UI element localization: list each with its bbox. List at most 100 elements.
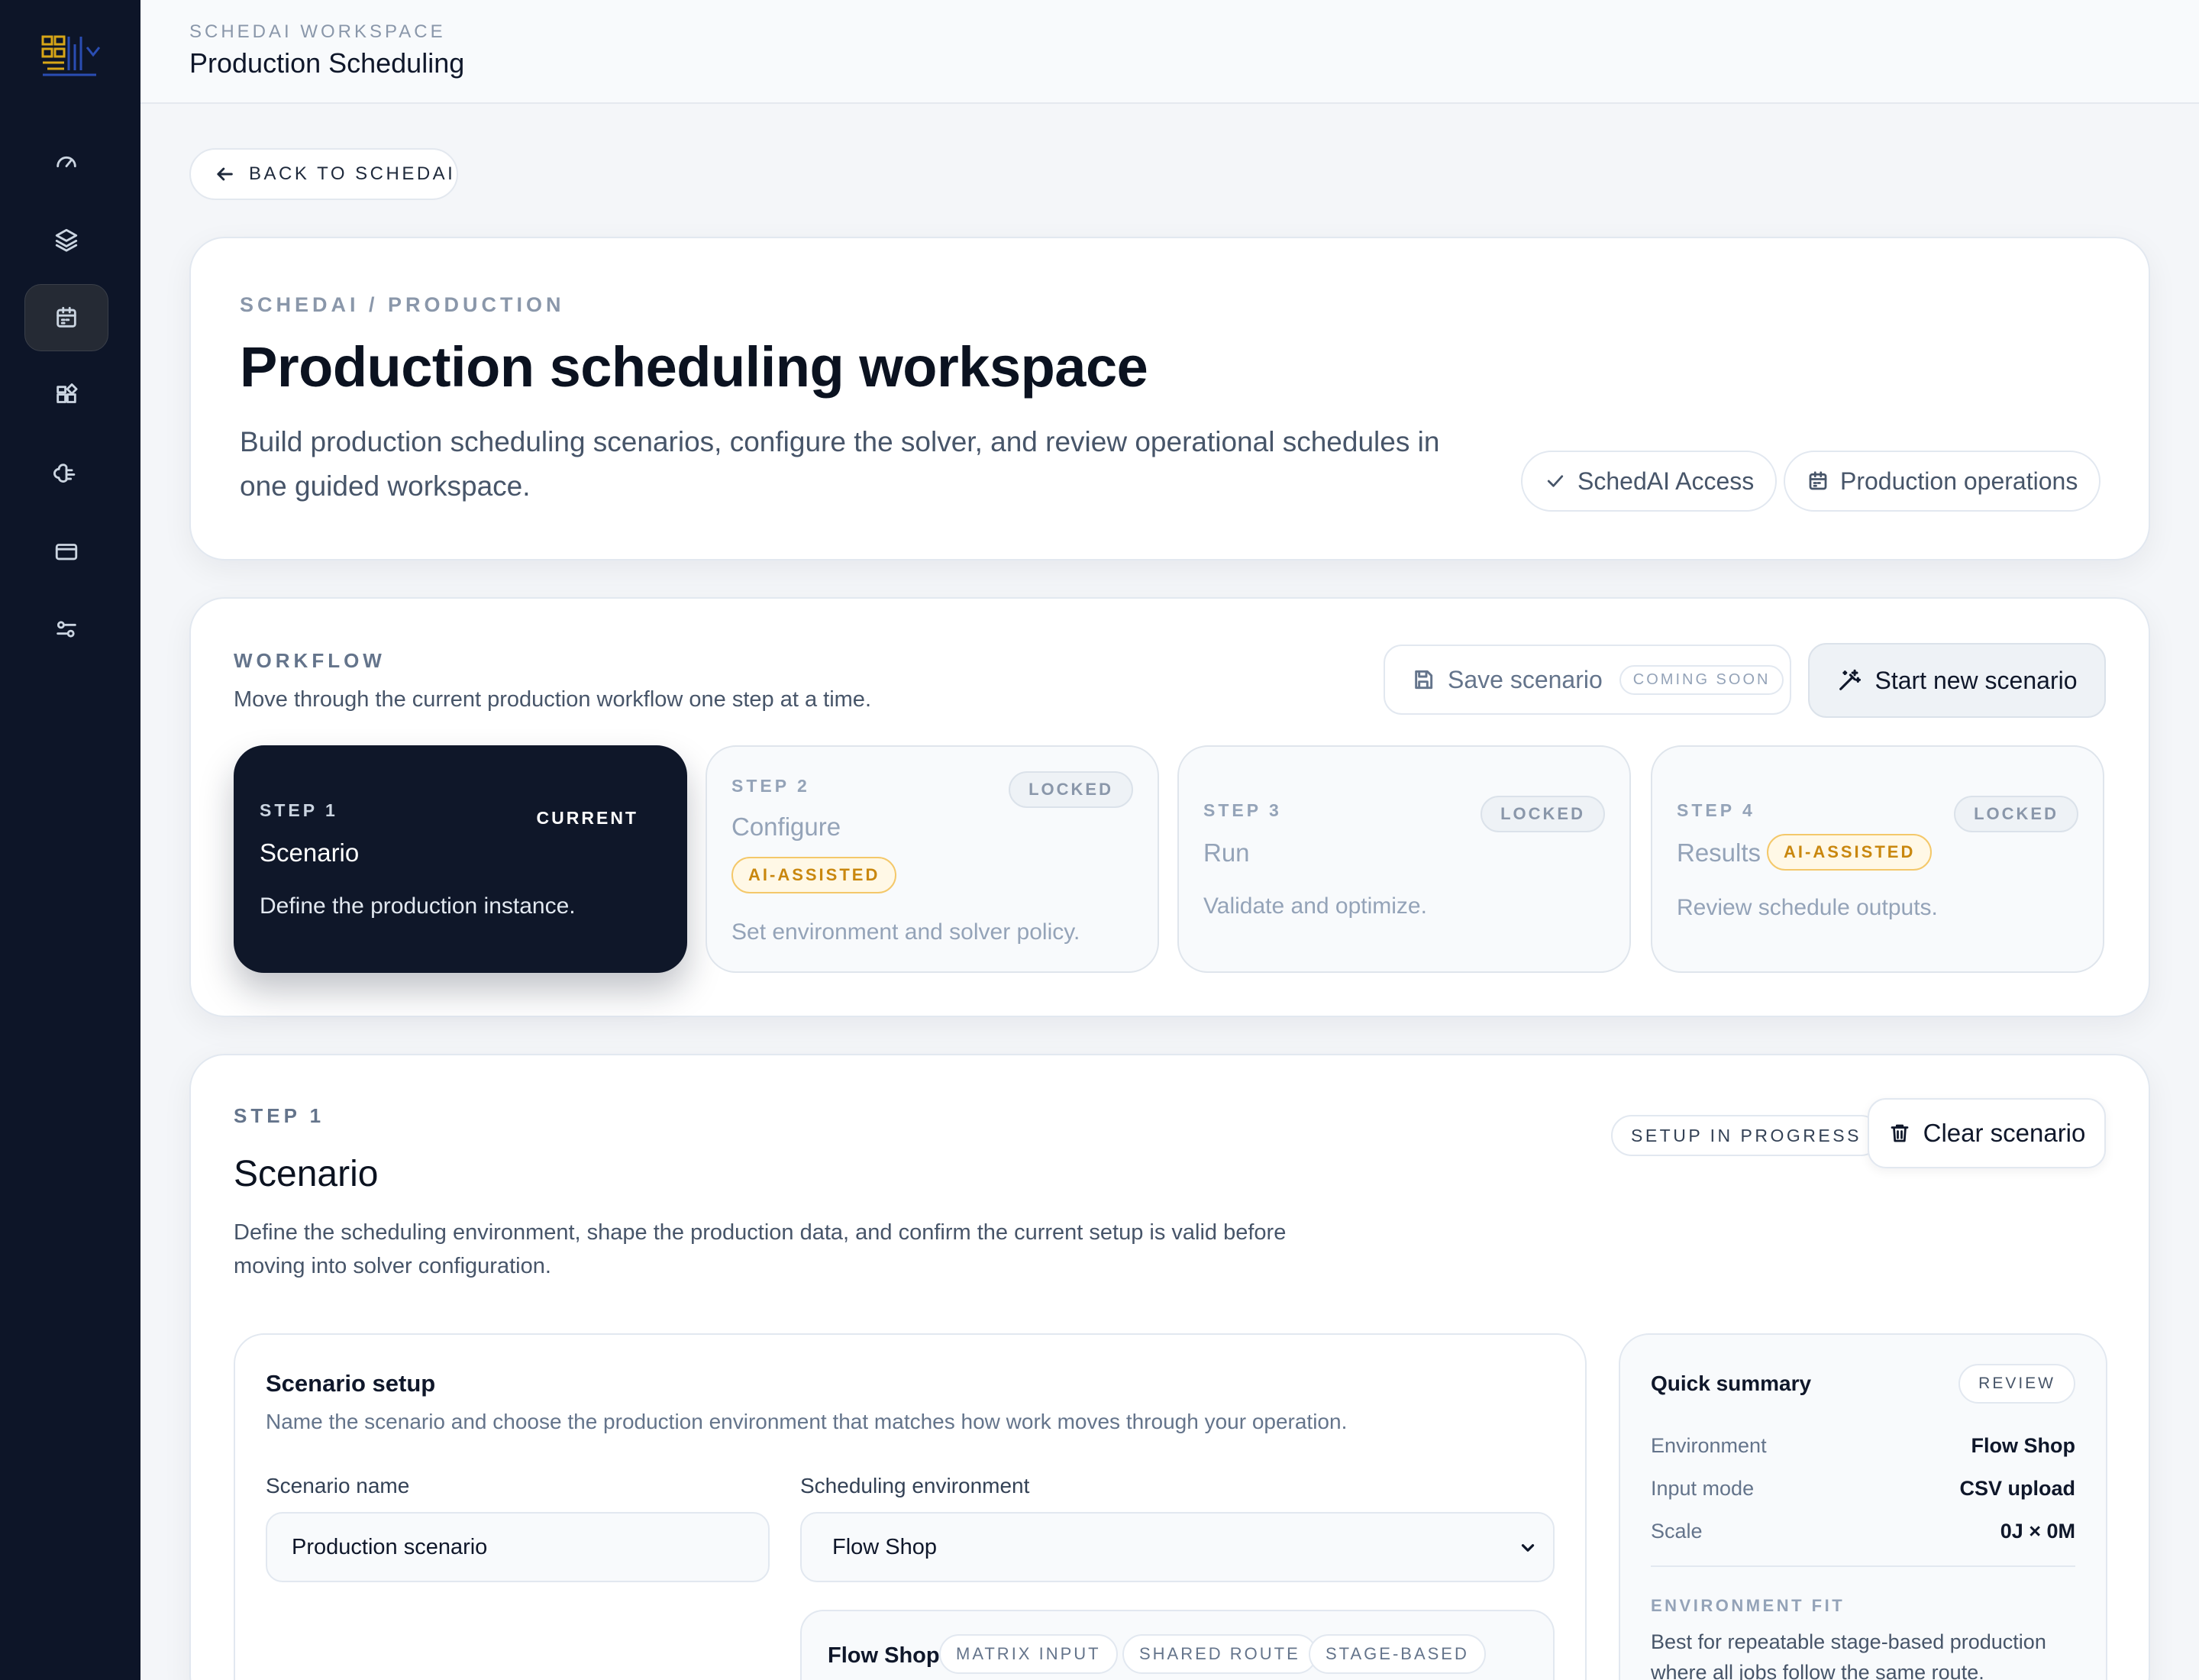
chevron-down-icon <box>1521 1544 1535 1552</box>
operations-pill-label: Production operations <box>1840 467 2078 495</box>
scenario-description: Define the scheduling environment, shape… <box>234 1220 1287 1278</box>
step-label: STEP 2 <box>731 776 810 796</box>
summary-key: Scale <box>1651 1520 1703 1543</box>
magic-wand-icon <box>1839 669 1862 690</box>
scenario-name-input[interactable]: Production scenario <box>266 1512 770 1582</box>
step-label: STEP 3 <box>1203 800 1282 820</box>
page-description: Build production scheduling scenarios, c… <box>240 426 1440 502</box>
scenario-name-label: Scenario name <box>266 1474 410 1497</box>
summary-row-scale: Scale 0J × 0M <box>1651 1520 2075 1543</box>
environment-fit-label: ENVIRONMENT FIT <box>1651 1596 1845 1615</box>
header-title: Production Scheduling <box>189 47 465 79</box>
clear-scenario-label: Clear scenario <box>1923 1119 2086 1147</box>
start-new-scenario-button[interactable]: Start new scenario <box>1808 643 2106 718</box>
save-scenario-button[interactable]: Save scenario COMING SOON <box>1384 645 1791 715</box>
calendar-icon <box>1809 471 1827 490</box>
scenario-eyebrow: STEP 1 <box>234 1104 325 1127</box>
nav-calendar[interactable] <box>24 284 108 351</box>
step-name: Run <box>1203 838 1250 867</box>
logo <box>41 35 101 76</box>
workflow-description: Move through the current production work… <box>234 687 871 712</box>
nav-billing[interactable] <box>24 518 108 585</box>
back-button-label: BACK TO SCHEDAI <box>249 163 456 184</box>
tag-stage-based: STAGE-BASED <box>1309 1634 1486 1674</box>
environment-card-name: Flow Shop <box>828 1643 940 1668</box>
layers-icon <box>55 228 78 252</box>
breadcrumb: SCHEDAI / PRODUCTION <box>240 293 565 316</box>
step-description: Validate and optimize. <box>1203 893 1427 919</box>
ai-assisted-badge: AI-ASSISTED <box>731 857 897 893</box>
nav-layers[interactable] <box>24 206 108 273</box>
quick-summary-panel: Quick summary REVIEW Environment Flow Sh… <box>1619 1333 2107 1680</box>
workflow-eyebrow: WORKFLOW <box>234 649 386 672</box>
trash-icon <box>1891 1124 1908 1142</box>
card-icon <box>55 544 78 561</box>
operations-pill: Production operations <box>1784 451 2101 512</box>
summary-title: Quick summary <box>1651 1371 1812 1395</box>
divider <box>1651 1565 2075 1567</box>
settings-icon <box>57 621 76 638</box>
arrow-left-icon <box>217 167 233 181</box>
dashboard-icon <box>57 156 76 168</box>
tag-matrix-input: MATRIX INPUT <box>939 1634 1118 1674</box>
save-icon <box>1415 670 1433 690</box>
environment-label: Scheduling environment <box>800 1474 1030 1497</box>
header-eyebrow: SCHEDAI WORKSPACE <box>189 21 446 42</box>
status-badge: SETUP IN PROGRESS <box>1611 1115 1881 1156</box>
summary-row-environment: Environment Flow Shop <box>1651 1434 2075 1458</box>
clear-scenario-button[interactable]: Clear scenario <box>1868 1098 2106 1168</box>
step-name: Results <box>1677 838 1761 867</box>
summary-value: CSV upload <box>1959 1477 2075 1500</box>
environment-fit-text: Best for repeatable stage-based producti… <box>1651 1630 2046 1680</box>
nav-settings[interactable] <box>24 596 108 663</box>
summary-value: Flow Shop <box>1971 1434 2075 1457</box>
check-icon <box>1547 475 1564 487</box>
step-name: Scenario <box>260 838 360 867</box>
step-label: STEP 4 <box>1677 800 1755 820</box>
top-header: SCHEDAI WORKSPACE Production Scheduling <box>140 0 2199 104</box>
step-scenario[interactable]: STEP 1 CURRENT Scenario Define the produ… <box>234 745 687 973</box>
brain-icon <box>53 464 76 483</box>
step-name: Configure <box>731 813 841 841</box>
access-pill-label: SchedAI Access <box>1577 467 1755 495</box>
step-description: Set environment and solver policy. <box>731 919 1080 945</box>
ai-assisted-badge: AI-ASSISTED <box>1767 834 1933 871</box>
workflow-card: WORKFLOW Move through the current produc… <box>189 597 2150 1017</box>
summary-key: Input mode <box>1651 1477 1755 1500</box>
sidebar <box>0 0 140 1680</box>
environment-select[interactable]: Flow Shop <box>800 1512 1555 1582</box>
step-label: STEP 1 <box>260 800 338 820</box>
step-results[interactable]: STEP 4 LOCKED Results AI-ASSISTED Review… <box>1651 745 2104 973</box>
review-badge: REVIEW <box>1958 1364 2075 1404</box>
page-title: Production scheduling workspace <box>240 335 1148 399</box>
hero-card: SCHEDAI / PRODUCTION Production scheduli… <box>189 237 2150 561</box>
access-pill: SchedAI Access <box>1521 451 1778 512</box>
environment-card: Flow Shop MATRIX INPUT SHARED ROUTE STAG… <box>800 1610 1555 1680</box>
nav-apps[interactable] <box>24 362 108 429</box>
scenario-card: STEP 1 Scenario Define the scheduling en… <box>189 1054 2150 1680</box>
step-description: Review schedule outputs. <box>1677 895 1938 920</box>
nav-ai[interactable] <box>24 440 108 507</box>
step-description: Define the production instance. <box>260 893 576 919</box>
summary-value: 0J × 0M <box>2000 1520 2075 1543</box>
tag-shared-route: SHARED ROUTE <box>1122 1634 1317 1674</box>
locked-badge: LOCKED <box>1481 796 1605 832</box>
calendar-icon <box>57 306 76 328</box>
scenario-title: Scenario <box>234 1154 379 1194</box>
step-run[interactable]: STEP 3 LOCKED Run Validate and optimize. <box>1177 745 1631 973</box>
summary-key: Environment <box>1651 1434 1767 1457</box>
setup-title: Scenario setup <box>266 1370 436 1397</box>
environment-select-value: Flow Shop <box>832 1534 938 1559</box>
setup-hint: Name the scenario and choose the product… <box>266 1410 1348 1433</box>
apps-icon <box>57 383 78 403</box>
coming-soon-badge: COMING SOON <box>1619 664 1784 695</box>
back-button[interactable]: BACK TO SCHEDAI <box>189 148 458 200</box>
locked-badge: LOCKED <box>1009 771 1133 808</box>
summary-row-input-mode: Input mode CSV upload <box>1651 1477 2075 1501</box>
start-new-scenario-label: Start new scenario <box>1874 666 2078 694</box>
current-badge: CURRENT <box>536 808 638 828</box>
locked-badge: LOCKED <box>1954 796 2078 832</box>
nav-dashboard[interactable] <box>24 128 108 195</box>
scenario-setup-panel: Scenario setup Name the scenario and cho… <box>234 1333 1587 1680</box>
step-configure[interactable]: STEP 2 LOCKED Configure AI-ASSISTED Set … <box>706 745 1159 973</box>
